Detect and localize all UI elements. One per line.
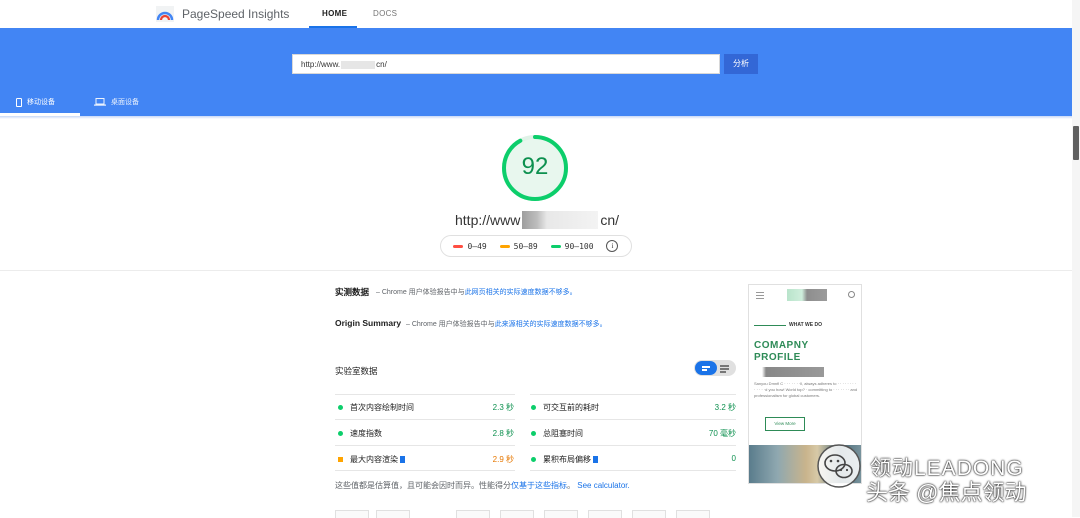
- status-pass-icon: [338, 431, 343, 436]
- calculator-link[interactable]: See calculator.: [577, 481, 629, 490]
- top-navigation: PageSpeed Insights HOME DOCS: [0, 0, 1080, 28]
- info-icon[interactable]: i: [606, 240, 619, 252]
- what-we-do-label: WHAT WE DO: [789, 322, 822, 328]
- field-data-title: 实测数据: [335, 287, 370, 297]
- legend-average: 50–89: [499, 242, 538, 251]
- redacted-subtitle: [754, 367, 824, 377]
- metric-separator: [335, 394, 515, 395]
- status-pass-icon: [338, 405, 343, 410]
- tab-home[interactable]: HOME: [322, 9, 347, 18]
- metric-separator: [335, 470, 515, 471]
- tab-mobile-label: 移动设备: [27, 99, 55, 106]
- field-data-description: – Chrome 用户体验报告中与此网页相关的实际速度数据不够多。: [376, 289, 577, 296]
- header-shadow: [0, 116, 1080, 119]
- redacted-site-logo: [787, 289, 827, 301]
- url-input[interactable]: http://www. cn/: [292, 54, 720, 74]
- metric-separator: [335, 445, 515, 446]
- status-average-icon: [338, 457, 343, 462]
- view-more-button: View More: [765, 417, 805, 431]
- origin-summary-title: Origin Summary: [335, 318, 402, 328]
- status-pass-icon: [531, 431, 536, 436]
- field-data-link[interactable]: 此网页相关的实际速度数据不够多。: [465, 289, 577, 296]
- metric-separator: [530, 419, 736, 420]
- legend-pass-swatch: [550, 244, 561, 248]
- status-pass-icon: [531, 457, 536, 462]
- expanded-view-icon[interactable]: [720, 365, 729, 367]
- app-title: PageSpeed Insights: [182, 7, 290, 21]
- performance-score: 92: [521, 153, 549, 180]
- metric-speed-index: 速度指数: [338, 428, 382, 439]
- metric-separator: [530, 445, 736, 446]
- watermark-author: 头条 @焦点领动: [866, 480, 1027, 505]
- tab-desktop-label: 桌面设备: [111, 99, 139, 106]
- tab-docs[interactable]: DOCS: [373, 9, 397, 18]
- tested-url: http://www cn/: [455, 211, 619, 229]
- metrics-info-link[interactable]: 仅基于这些指标: [511, 481, 567, 490]
- metric-tbt: 总阻塞时间: [531, 428, 583, 439]
- section-divider: [0, 270, 1080, 271]
- tab-desktop[interactable]: 桌面设备: [94, 97, 139, 107]
- pagespeed-logo-icon: [156, 6, 174, 22]
- laptop-icon: [94, 98, 106, 106]
- url-prefix: http://www.: [301, 60, 341, 69]
- tab-mobile[interactable]: 移动设备: [16, 97, 55, 107]
- web-vitals-flag-icon: [593, 456, 598, 463]
- origin-summary-link[interactable]: 此来源相关的实际速度数据不够多。: [495, 321, 607, 328]
- web-vitals-flag-icon: [400, 456, 405, 463]
- hamburger-menu-icon: [756, 292, 764, 301]
- metric-separator: [335, 419, 515, 420]
- score-legend: 0–49 50–89 90–100 i: [440, 235, 632, 257]
- metric-cls: 累积布局偏移: [531, 454, 598, 465]
- scrollbar-thumb[interactable]: [1073, 126, 1079, 160]
- tested-url-prefix: http://www: [455, 212, 521, 228]
- scrollbar-track[interactable]: [1072, 0, 1080, 517]
- company-profile-heading: COMAPNY PROFILE: [754, 340, 809, 363]
- url-header: http://www. cn/ 分析 移动设备 桌面设备: [0, 28, 1080, 116]
- smartphone-icon: [16, 97, 22, 107]
- lab-data-footnote: 这些值都是估算值，且可能会因时而异。性能得分仅基于这些指标。 See calcu…: [335, 481, 630, 490]
- legend-fail-swatch: [453, 244, 464, 248]
- metric-lcp-value: 2.9 秒: [492, 455, 514, 464]
- lab-data-title: 实验室数据: [335, 366, 378, 376]
- metric-tbt-value: 70 毫秒: [708, 429, 736, 438]
- metrics-view-toggle[interactable]: [694, 360, 736, 376]
- compact-view-button[interactable]: [695, 361, 717, 375]
- status-pass-icon: [531, 405, 536, 410]
- metric-fcp: 首次内容绘制时间: [338, 402, 414, 413]
- redacted-domain: [522, 211, 599, 229]
- legend-pass: 90–100: [550, 242, 594, 251]
- tested-url-suffix: cn/: [600, 212, 620, 228]
- search-icon: [848, 291, 855, 298]
- metric-speed-index-value: 2.8 秒: [492, 429, 514, 438]
- origin-summary-description: – Chrome 用户体验报告中与此来源相关的实际速度数据不够多。: [406, 321, 607, 328]
- preview-body-text: Sanyou Dmnfl C · · · · · · ·ll, always a…: [754, 381, 858, 398]
- wechat-logo-icon: [817, 444, 861, 488]
- metric-separator: [530, 394, 736, 395]
- redacted-domain: [341, 60, 376, 69]
- analyze-button[interactable]: 分析: [724, 54, 758, 74]
- metric-cls-value: 0: [731, 454, 736, 463]
- legend-fail: 0–49: [453, 242, 487, 251]
- metric-tti: 可交互前的耗时: [531, 402, 599, 413]
- metric-lcp: 最大内容渲染: [338, 454, 405, 465]
- section-rule: [754, 325, 786, 326]
- url-suffix: cn/: [376, 60, 387, 69]
- legend-average-swatch: [499, 244, 510, 248]
- metric-fcp-value: 2.3 秒: [492, 403, 514, 412]
- metric-separator: [530, 470, 736, 471]
- metric-tti-value: 3.2 秒: [714, 403, 736, 412]
